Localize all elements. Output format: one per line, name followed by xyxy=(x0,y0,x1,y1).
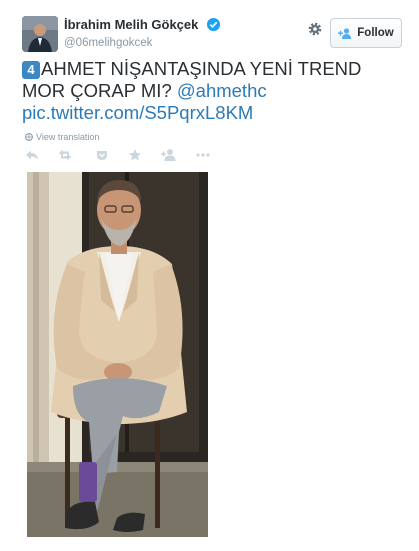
tweet-actions xyxy=(25,148,225,162)
tweet-photo[interactable] xyxy=(27,172,208,537)
pocket-icon[interactable] xyxy=(95,148,109,162)
avatar[interactable] xyxy=(22,16,58,52)
view-translation-label: View translation xyxy=(36,132,100,142)
tweet-text-line2: MOR ÇORAP MI? xyxy=(22,80,177,101)
follow-user-icon[interactable] xyxy=(161,148,176,162)
more-icon[interactable] xyxy=(195,148,211,162)
tweet-header: İbrahim Melih Gökçek @06melihgokcek Foll… xyxy=(22,12,402,52)
add-person-icon xyxy=(338,27,352,39)
globe-icon xyxy=(25,133,33,141)
author-name[interactable]: İbrahim Melih Gökçek xyxy=(64,17,198,32)
retweet-icon[interactable] xyxy=(58,148,74,162)
reply-icon[interactable] xyxy=(25,148,39,162)
media-link[interactable]: pic.twitter.com/S5PqrxL8KM xyxy=(22,102,253,123)
view-translation[interactable]: View translation xyxy=(25,132,99,142)
gear-icon[interactable] xyxy=(307,21,323,37)
favorite-star-icon[interactable] xyxy=(128,148,142,162)
author-names: İbrahim Melih Gökçek @06melihgokcek xyxy=(64,16,221,49)
tweet-text-line1: AHMET NİŞANTAŞINDA YENİ TREND xyxy=(41,58,362,79)
follow-button[interactable]: Follow xyxy=(330,18,402,48)
author-handle[interactable]: @06melihgokcek xyxy=(64,37,221,49)
follow-label: Follow xyxy=(357,27,394,39)
keycap-emoji: 4 xyxy=(22,61,40,79)
mention-link[interactable]: @ahmethc xyxy=(177,80,267,101)
verified-badge-icon xyxy=(206,18,220,32)
tweet-text: 4 AHMET NİŞANTAŞINDA YENİ TREND MOR ÇORAP… xyxy=(22,58,392,124)
